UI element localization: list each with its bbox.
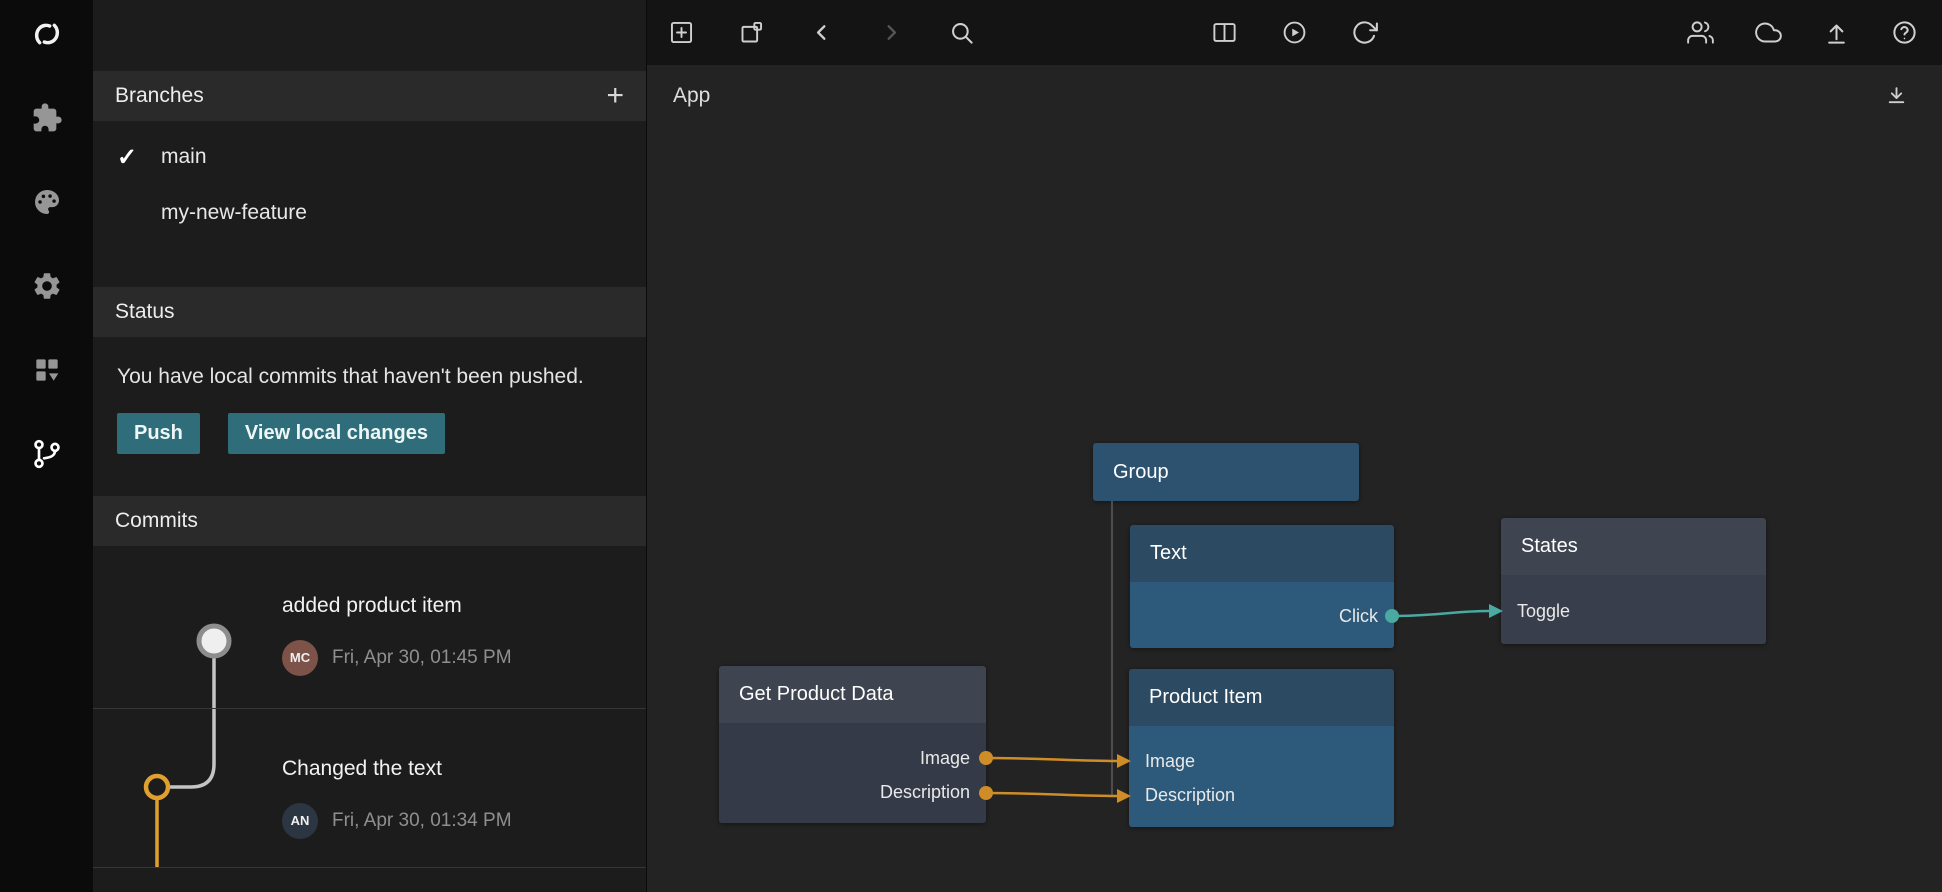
logo-icon[interactable] [23,10,71,58]
status-message: You have local commits that haven't been… [93,337,646,393]
node-group[interactable]: Group [1093,443,1359,501]
commits-title: Commits [115,509,198,533]
refresh-icon[interactable] [1345,13,1385,53]
branch-item-main[interactable]: ✓ main [93,129,646,185]
icon-sidebar [0,0,93,892]
commit-item[interactable]: added product item MC Fri, Apr 30, 01:45… [93,546,646,709]
node-canvas[interactable]: App Group Text Click [647,65,1942,892]
component-title: App [673,84,710,108]
download-icon[interactable] [1876,76,1916,116]
branch-name: my-new-feature [161,201,307,225]
branch-name: main [161,145,207,169]
port-click[interactable]: Click [1130,599,1394,633]
node-title: Get Product Data [719,666,986,723]
port-description-out[interactable]: Description [719,775,986,809]
app-window: Branches + ✓ main my-new-feature Status … [0,0,1942,892]
canvas-header: App [647,65,1942,127]
node-states[interactable]: States Toggle [1501,518,1766,644]
node-title: Group [1093,443,1359,501]
status-title: Status [115,300,175,324]
navigate-back-icon[interactable] [801,13,841,53]
port-image-out[interactable]: Image [719,741,986,775]
commit-item[interactable]: Changed the text AN Fri, Apr 30, 01:34 P… [93,709,646,868]
status-actions: Push View local changes [93,393,646,454]
commit-meta: MC Fri, Apr 30, 01:45 PM [282,640,646,676]
node-product-item[interactable]: Product Item Image Description [1129,669,1394,827]
create-component-icon[interactable] [731,13,771,53]
port-label: Click [1339,606,1378,627]
collaborators-icon[interactable] [1680,13,1720,53]
split-view-icon[interactable] [1205,13,1245,53]
push-button[interactable]: Push [117,413,200,454]
node-body: Click [1130,582,1394,648]
node-title: States [1501,518,1766,575]
commit-title: Changed the text [282,757,646,781]
current-branch-check-icon: ✓ [117,143,145,172]
styles-palette-icon[interactable] [23,178,71,226]
port-description-in[interactable]: Description [1129,778,1394,812]
deploy-icon[interactable] [1816,13,1856,53]
commit-title: added product item [282,594,646,618]
node-body: Image Description [1129,726,1394,827]
preview-play-icon[interactable] [1275,13,1315,53]
avatar: MC [282,640,318,676]
settings-gear-icon[interactable] [23,262,71,310]
node-title: Product Item [1129,669,1394,726]
plugins-icon[interactable] [23,94,71,142]
port-image-in[interactable]: Image [1129,744,1394,778]
view-local-changes-button[interactable]: View local changes [228,413,445,454]
add-branch-button[interactable]: + [606,81,624,111]
port-label: Description [1145,785,1235,806]
branches-title: Branches [115,84,204,108]
port-label: Toggle [1517,601,1570,622]
commit-date: Fri, Apr 30, 01:45 PM [332,647,512,669]
search-icon[interactable] [941,13,981,53]
navigate-forward-icon[interactable] [871,13,911,53]
port-label: Image [1145,751,1195,772]
port-label: Description [880,782,970,803]
avatar: AN [282,803,318,839]
cloud-sync-icon[interactable] [1748,13,1788,53]
node-text[interactable]: Text Click [1130,525,1394,648]
add-node-icon[interactable] [661,13,701,53]
version-control-panel: Branches + ✓ main my-new-feature Status … [93,0,647,892]
panel-spacer [93,0,646,71]
toolbar [647,0,1942,65]
help-icon[interactable] [1884,13,1924,53]
node-body: Image Description [719,723,986,823]
commit-meta: AN Fri, Apr 30, 01:34 PM [282,803,646,839]
port-label: Image [920,748,970,769]
branch-list: ✓ main my-new-feature [93,121,646,241]
commits-list: added product item MC Fri, Apr 30, 01:45… [93,546,646,892]
commit-date: Fri, Apr 30, 01:34 PM [332,810,512,832]
toolbar-left-group [661,0,981,65]
port-toggle[interactable]: Toggle [1501,594,1766,628]
toolbar-center-group [1205,0,1385,65]
node-body: Toggle [1501,575,1766,644]
branch-item-my-new-feature[interactable]: my-new-feature [93,185,646,241]
editor: App Group Text Click [647,0,1942,892]
toolbar-right-group [1680,0,1924,65]
node-title: Text [1130,525,1394,582]
components-icon[interactable] [23,346,71,394]
branches-section-header: Branches + [93,71,646,121]
commits-section-header: Commits [93,496,646,546]
status-section-header: Status [93,287,646,337]
version-control-icon[interactable] [23,430,71,478]
node-get-product-data[interactable]: Get Product Data Image Description [719,666,986,823]
